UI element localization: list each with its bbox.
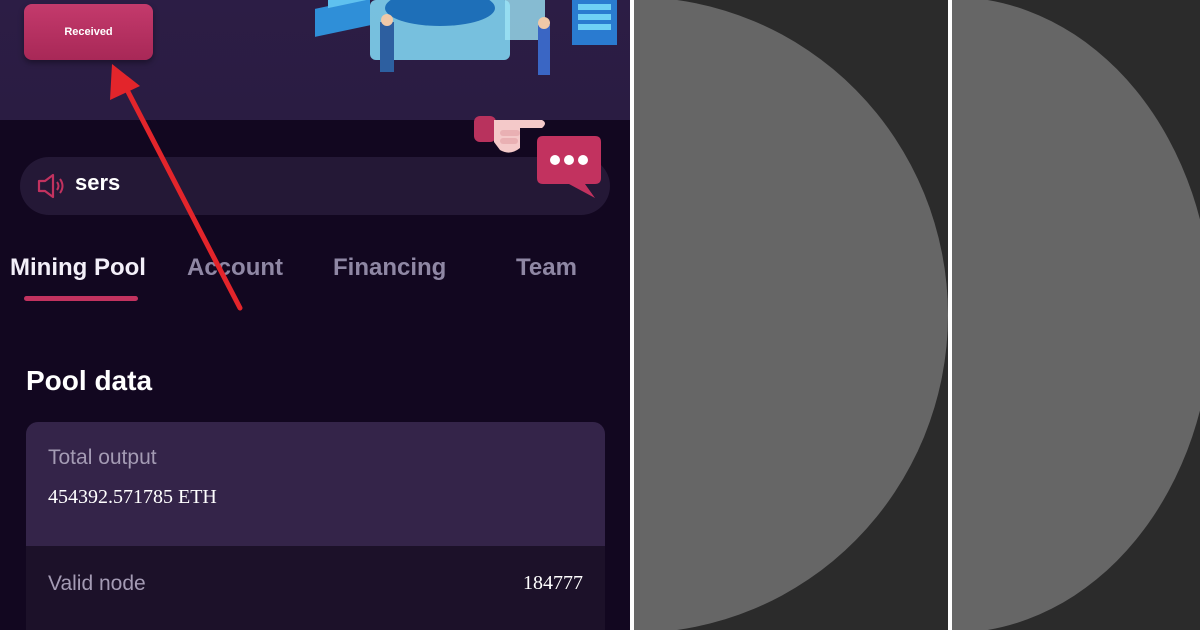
valid-node-value: 184777 bbox=[523, 572, 583, 594]
total-output-value: 454392.571785 ETH bbox=[48, 486, 217, 508]
received-button[interactable]: Received bbox=[24, 4, 153, 60]
notice-text: sers bbox=[75, 170, 121, 195]
chat-more-icon[interactable] bbox=[535, 132, 605, 202]
thumbnail-placeholder-1 bbox=[634, 0, 948, 630]
tab-financing[interactable]: Financing bbox=[333, 254, 446, 282]
half-circle-shape bbox=[952, 0, 1200, 630]
thumbnail-placeholder-2 bbox=[952, 0, 1200, 630]
total-output-panel: Total output 454392.571785 ETH bbox=[26, 422, 605, 546]
total-output-label: Total output bbox=[48, 446, 157, 469]
header-banner: Received bbox=[0, 0, 630, 120]
tab-team[interactable]: Team bbox=[516, 254, 577, 282]
app-screen: Received sers Mining Pool Account Financ… bbox=[0, 0, 630, 630]
valid-node-label: Valid node bbox=[48, 572, 146, 595]
isometric-illustration bbox=[315, 0, 617, 75]
tab-account[interactable]: Account bbox=[187, 254, 283, 282]
half-circle-shape bbox=[634, 0, 948, 630]
pool-data-card: Total output 454392.571785 ETH Valid nod… bbox=[26, 422, 605, 630]
speaker-icon bbox=[37, 173, 64, 199]
pool-data-title: Pool data bbox=[26, 365, 153, 396]
active-tab-indicator bbox=[24, 296, 138, 301]
tab-mining-pool[interactable]: Mining Pool bbox=[10, 254, 146, 282]
